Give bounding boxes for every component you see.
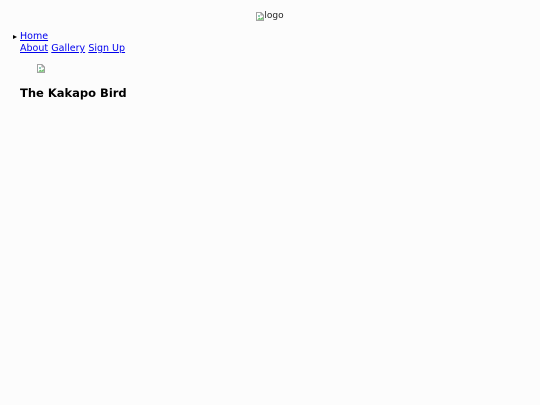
nav-item-row: About Gallery Sign Up [20,43,125,55]
nav-link-home[interactable]: Home [20,31,48,42]
broken-image-icon [256,11,265,21]
hero-image [37,63,45,74]
nav-link-gallery[interactable]: Gallery [51,43,85,54]
main-nav: Home About Gallery Sign Up [13,31,125,55]
logo-alt-text: logo [264,11,284,21]
nav-item-home: Home [13,31,125,43]
logo: logo [0,10,540,23]
list-bullet-icon [13,35,17,39]
page-title: The Kakapo Bird [20,86,127,100]
nav-link-about[interactable]: About [20,43,48,54]
nav-link-sign-up[interactable]: Sign Up [88,43,125,54]
broken-image-icon [37,63,45,73]
page: logo Home About Gallery Sign Up The Kaka… [0,0,540,405]
